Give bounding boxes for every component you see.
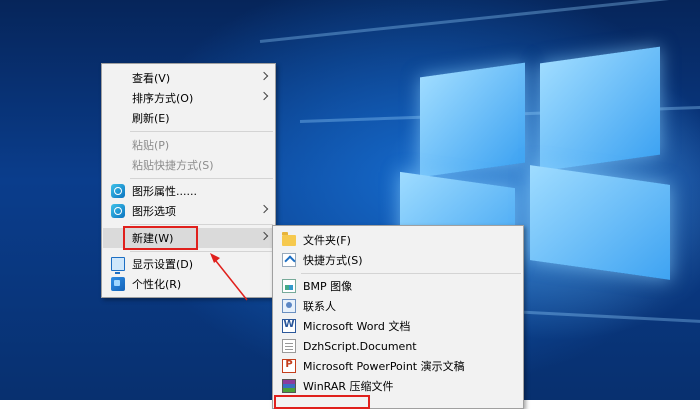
annotation-arrow [210,253,248,301]
annotation-arrow-line [211,255,248,301]
annotation-arrow-head [210,253,220,263]
